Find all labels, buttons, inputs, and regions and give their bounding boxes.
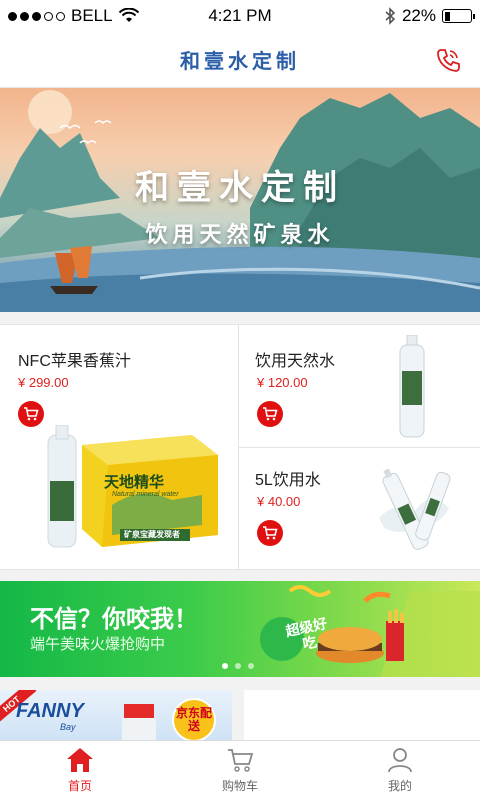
add-to-cart-button[interactable]: [257, 520, 283, 546]
tab-label: 我的: [387, 779, 412, 793]
tab-home[interactable]: 首页: [0, 741, 160, 800]
hero-banner[interactable]: 和壹水定制 饮用天然矿泉水: [0, 88, 480, 312]
tab-profile[interactable]: 我的: [320, 741, 480, 800]
product-price: ¥ 299.00: [18, 375, 69, 390]
banner-subtitle: 饮用天然矿泉水: [145, 222, 335, 247]
tab-label: 购物车: [221, 779, 258, 793]
battery-percent: 22%: [401, 6, 436, 25]
water-bottle-image: [399, 335, 425, 438]
promo-title: 不信？你咬我！: [30, 606, 198, 633]
product-name: 饮用天然水: [255, 353, 336, 370]
carousel-dot[interactable]: [222, 663, 228, 669]
carousel-dot[interactable]: [235, 663, 241, 669]
carousel-dots: [222, 663, 254, 669]
promo-subtitle: 端午美味火爆抢购中: [30, 636, 166, 653]
status-left: BELL: [8, 6, 139, 26]
carrier-label: BELL: [71, 6, 113, 25]
product-price: ¥ 120.00: [257, 375, 308, 390]
product-name: NFC苹果香蕉汁: [18, 353, 131, 370]
cart-icon: [263, 407, 278, 421]
tab-cart[interactable]: 购物车: [160, 741, 320, 800]
bottle-cap-image: [122, 704, 156, 740]
page-title: 和壹水定制: [180, 49, 300, 73]
brand-tile-fanny[interactable]: HOT FANNY Bay 京东配送: [0, 690, 232, 740]
product-price: ¥ 40.00: [257, 494, 301, 509]
promo-banner[interactable]: 不信？你咬我！ 端午美味火爆抢购中 超级好吃: [0, 581, 480, 677]
battery-icon: [442, 9, 475, 23]
box-brand-text: 天地精华: [104, 473, 165, 491]
banner-text: 和壹水定制 饮用天然矿泉水: [0, 160, 480, 249]
splash-bottles-image: [379, 468, 451, 550]
box-tag-text: 矿泉宝藏发现者: [124, 530, 180, 539]
bottom-tab-bar: 首页 购物车 我的: [0, 740, 480, 800]
banner-title: 和壹水定制: [135, 168, 345, 208]
brand-logo-sub: Bay: [60, 722, 76, 732]
product-card-natural-water[interactable]: 饮用天然水 ¥ 120.00: [239, 325, 480, 447]
signal-dots-icon: [8, 11, 65, 21]
tab-label: 首页: [67, 779, 92, 793]
box-brand-sub: Natural mineral water: [112, 491, 179, 498]
home-icon: [67, 748, 93, 772]
status-bar: BELL 4:21 PM 22%: [0, 0, 480, 32]
bluetooth-icon: [385, 7, 396, 25]
battery-fill: [444, 11, 450, 21]
product-name: 5L饮用水: [255, 472, 321, 489]
add-to-cart-button[interactable]: [18, 401, 44, 427]
brand-logo-text: FANNY: [16, 700, 84, 722]
wifi-icon: [118, 8, 139, 22]
add-to-cart-button[interactable]: [257, 401, 283, 427]
cart-icon: [263, 526, 278, 540]
product-card-5l-water[interactable]: 5L饮用水 ¥ 40.00: [239, 448, 480, 571]
brand-tile-empty[interactable]: [244, 690, 480, 740]
jd-delivery-badge: 京东配送: [172, 698, 216, 740]
carousel-dot[interactable]: [248, 663, 254, 669]
cart-icon: [228, 749, 254, 772]
nav-bar: 和壹水定制: [0, 32, 480, 88]
product-grid: NFC苹果香蕉汁 ¥ 299.00 天地精华 Natural mineral w…: [0, 324, 480, 571]
phone-icon[interactable]: [434, 46, 462, 74]
product-card-juice[interactable]: NFC苹果香蕉汁 ¥ 299.00 天地精华 Natural mineral w…: [0, 325, 238, 571]
user-icon: [388, 748, 412, 773]
cart-icon: [24, 407, 39, 421]
status-right: 22%: [384, 6, 475, 26]
